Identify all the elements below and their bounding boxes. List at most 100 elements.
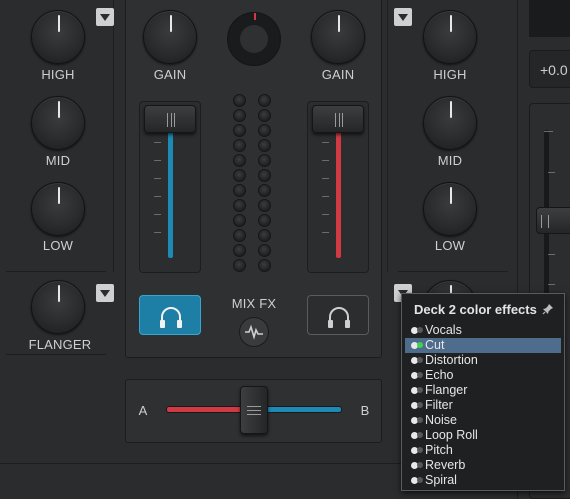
effect-item-loop-roll[interactable]: Loop Roll <box>405 428 561 443</box>
pitch-slider-handle[interactable] <box>536 207 570 234</box>
deck2-display <box>529 0 570 37</box>
effect-item-echo[interactable]: Echo <box>405 368 561 383</box>
effect-item-label: Loop Roll <box>425 428 478 442</box>
vu-led <box>233 109 246 122</box>
effect-item-label: Cut <box>425 338 445 352</box>
effect-item-label: Pitch <box>425 443 453 457</box>
pitch-readout-box: +0.0 <box>529 50 570 88</box>
pin-icon[interactable] <box>542 303 554 315</box>
effect-item-label: Echo <box>425 368 454 382</box>
effect-item-vocals[interactable]: Vocals <box>405 323 561 338</box>
mix-fx-label: MIX FX <box>231 296 277 311</box>
vu-led <box>233 244 246 257</box>
effect-item-cut[interactable]: Cut <box>405 338 561 353</box>
effect-item-label: Distortion <box>425 353 478 367</box>
gain-left-label: GAIN <box>153 67 187 82</box>
vu-led <box>233 169 246 182</box>
vu-led <box>258 154 271 167</box>
right-mid-label: MID <box>437 153 463 168</box>
left-low-label: LOW <box>42 238 74 253</box>
vu-led <box>233 214 246 227</box>
vu-led <box>258 244 271 257</box>
effect-item-label: Spiral <box>425 473 457 487</box>
vu-led <box>233 199 246 212</box>
status-led <box>417 387 423 393</box>
left-low-knob[interactable] <box>31 182 85 236</box>
vu-led <box>258 229 271 242</box>
vu-led <box>233 124 246 137</box>
left-mid-label: MID <box>45 153 71 168</box>
right-low-knob[interactable] <box>423 182 477 236</box>
effect-item-label: Reverb <box>425 458 466 472</box>
left-high-label: HIGH <box>41 67 75 82</box>
status-led <box>417 357 423 363</box>
effect-item-filter[interactable]: Filter <box>405 398 561 413</box>
vu-led <box>258 139 271 152</box>
master-level-ring[interactable] <box>227 12 281 66</box>
vu-led <box>233 229 246 242</box>
vu-led <box>258 214 271 227</box>
vu-led <box>233 184 246 197</box>
left-volume-fader[interactable] <box>139 101 201 273</box>
left-fx-knob[interactable] <box>31 280 85 334</box>
vu-led <box>258 94 271 107</box>
right-headphone-cue-button[interactable] <box>307 295 369 335</box>
vu-led <box>233 154 246 167</box>
gain-left-knob[interactable] <box>143 10 197 64</box>
left-eq-dropdown-button[interactable] <box>96 8 114 26</box>
mix-fx-button[interactable] <box>239 317 269 347</box>
effect-item-reverb[interactable]: Reverb <box>405 458 561 473</box>
deck2-effects-menu: Deck 2 color effects Vocals Cut Distortion… <box>401 293 565 491</box>
headphones-icon <box>328 307 350 328</box>
effect-item-label: Filter <box>425 398 453 412</box>
right-volume-fader[interactable] <box>307 101 369 273</box>
pitch-readout: +0.0 <box>540 62 568 78</box>
effect-item-label: Noise <box>425 413 457 427</box>
vu-led <box>258 259 271 272</box>
left-volume-fader-handle[interactable] <box>144 105 196 133</box>
right-volume-fader-handle[interactable] <box>312 105 364 133</box>
left-headphone-cue-button[interactable] <box>139 295 201 335</box>
vu-led <box>258 199 271 212</box>
gain-right-knob[interactable] <box>311 10 365 64</box>
effect-item-spiral[interactable]: Spiral <box>405 473 561 488</box>
gain-right-label: GAIN <box>321 67 355 82</box>
waveform-icon <box>245 324 263 340</box>
effect-item-distortion[interactable]: Distortion <box>405 353 561 368</box>
right-high-knob[interactable] <box>423 10 477 64</box>
status-led <box>417 327 423 333</box>
status-led <box>417 477 423 483</box>
status-led <box>417 372 423 378</box>
right-low-label: LOW <box>434 238 466 253</box>
vu-led <box>258 109 271 122</box>
vu-led <box>258 169 271 182</box>
effects-menu-title: Deck 2 color effects <box>414 302 537 317</box>
effect-item-label: Flanger <box>425 383 468 397</box>
left-volume-fill <box>168 126 173 258</box>
vu-led <box>233 94 246 107</box>
status-led <box>417 402 423 408</box>
vu-meters <box>233 94 273 284</box>
effect-item-label: Vocals <box>425 323 462 337</box>
left-high-knob[interactable] <box>31 10 85 64</box>
effect-item-flanger[interactable]: Flanger <box>405 383 561 398</box>
right-high-label: HIGH <box>433 67 467 82</box>
crossfader-handle[interactable] <box>240 386 268 434</box>
vu-led <box>233 259 246 272</box>
vu-led <box>258 184 271 197</box>
left-fx-dropdown-button[interactable] <box>96 284 114 302</box>
right-eq-dropdown-button[interactable] <box>394 8 412 26</box>
status-led <box>417 447 423 453</box>
right-volume-fill <box>336 126 341 258</box>
vu-led <box>233 139 246 152</box>
status-led <box>417 417 423 423</box>
left-mid-knob[interactable] <box>31 96 85 150</box>
left-fx-label: FLANGER <box>28 337 92 352</box>
status-led <box>417 462 423 468</box>
effect-item-noise[interactable]: Noise <box>405 413 561 428</box>
status-led <box>417 432 423 438</box>
right-mid-knob[interactable] <box>423 96 477 150</box>
status-led <box>417 342 423 348</box>
vu-led <box>258 124 271 137</box>
effect-item-pitch[interactable]: Pitch <box>405 443 561 458</box>
